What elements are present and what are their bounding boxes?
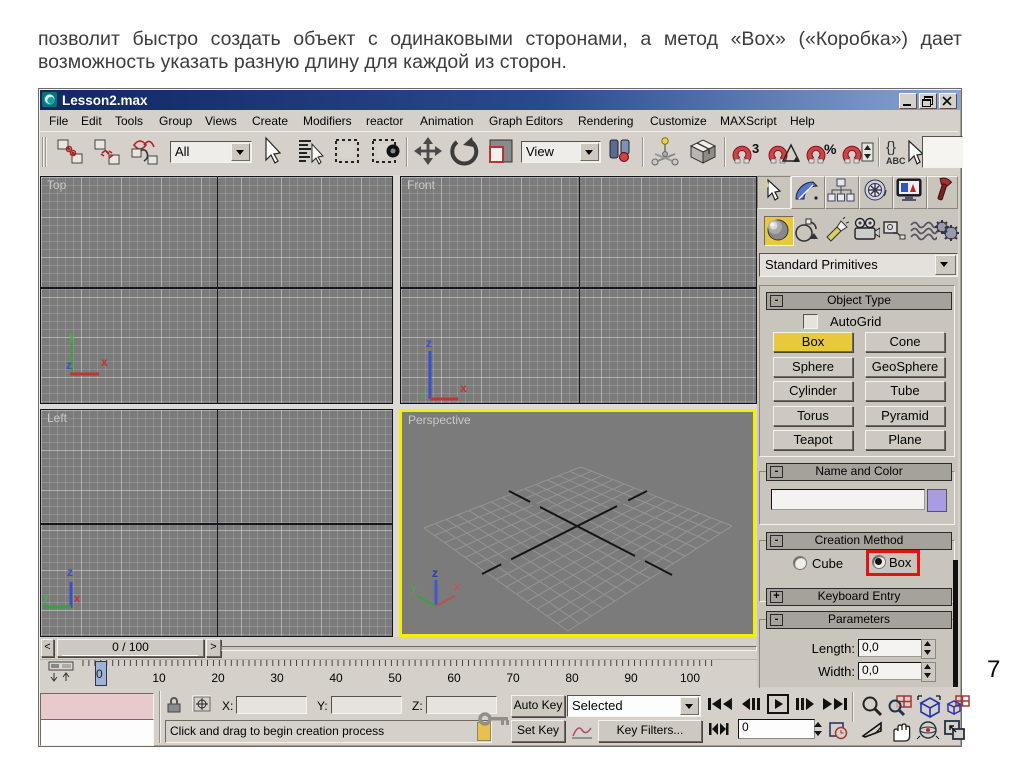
svg-text:40: 40: [329, 671, 343, 685]
svg-text:x: x: [101, 355, 108, 369]
svg-text:3: 3: [752, 141, 759, 156]
svg-text:90: 90: [624, 671, 638, 685]
svg-text:80: 80: [565, 671, 579, 685]
svg-text:y: y: [411, 582, 418, 594]
svg-text:%: %: [824, 141, 837, 157]
svg-text:20: 20: [211, 671, 225, 685]
svg-text:z: z: [426, 336, 432, 350]
svg-text:z: z: [66, 358, 72, 372]
svg-text:x: x: [454, 581, 461, 593]
svg-text:y: y: [69, 330, 76, 342]
svg-text:30: 30: [270, 671, 284, 685]
svg-text:60: 60: [447, 671, 461, 685]
svg-text:100: 100: [680, 671, 700, 685]
svg-text:x: x: [74, 593, 81, 605]
svg-text:50: 50: [388, 671, 402, 685]
svg-text:x: x: [460, 381, 467, 395]
svg-text:z: z: [67, 565, 73, 579]
svg-text:ABC: ABC: [886, 156, 906, 166]
svg-text:10: 10: [152, 671, 166, 685]
svg-text:70: 70: [506, 671, 520, 685]
svg-text:y: y: [420, 389, 425, 399]
svg-text:y: y: [43, 591, 50, 603]
svg-text:z: z: [432, 566, 438, 580]
svg-text:{}: {}: [886, 139, 896, 156]
